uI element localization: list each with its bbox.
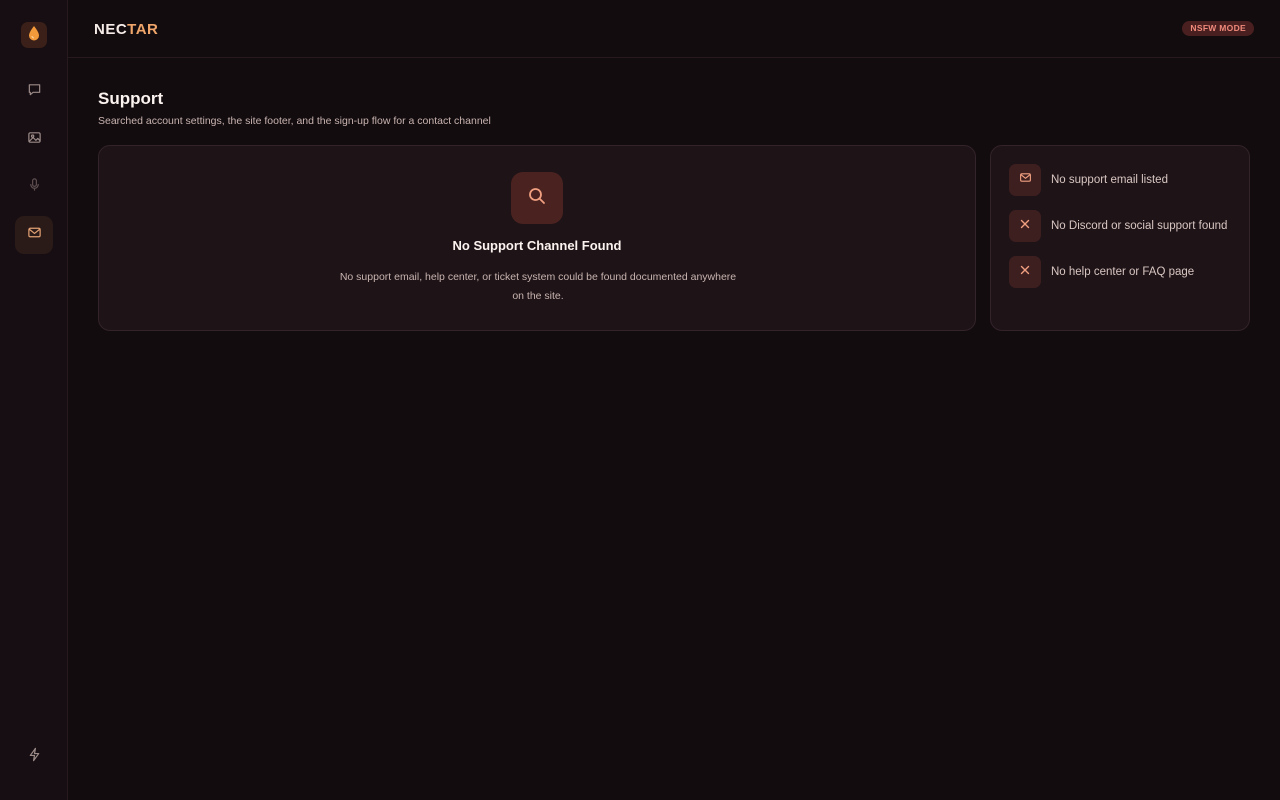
checklist-label: No Discord or social support found (1051, 220, 1228, 232)
app-root: NECTAR NSFW MODE Support Searched accoun… (0, 0, 1280, 800)
brand-name-part2: TAR (127, 21, 159, 38)
checklist-item: No Discord or social support found (1009, 210, 1227, 242)
checklist-icon-box (1009, 164, 1041, 196)
mail-icon (27, 225, 42, 245)
top-header: NECTAR NSFW MODE (68, 0, 1280, 58)
microphone-icon (27, 177, 42, 197)
page-title: Support (98, 89, 164, 108)
sidebar (0, 0, 68, 800)
page-subtitle: Searched account settings, the site foot… (98, 115, 491, 127)
image-icon (27, 130, 42, 150)
x-icon (1019, 217, 1031, 235)
logo[interactable] (21, 22, 47, 48)
checklist-icon-box (1009, 210, 1041, 242)
chat-icon (27, 82, 42, 102)
lightning-icon (27, 747, 42, 767)
mode-badge[interactable]: NSFW MODE (1182, 21, 1254, 36)
checklist-item: No help center or FAQ page (1009, 256, 1194, 288)
empty-state-description: No support email, help center, or ticket… (339, 271, 737, 302)
sidebar-item-voice[interactable] (15, 168, 53, 206)
checklist-icon-box (1009, 256, 1041, 288)
sidebar-item-upgrade[interactable] (15, 738, 53, 776)
empty-state-title: No Support Channel Found (452, 238, 622, 253)
checklist-label: No support email listed (1051, 174, 1168, 186)
sidebar-item-support[interactable] (15, 216, 53, 254)
sidebar-item-chat[interactable] (15, 73, 53, 111)
empty-state-icon-box (511, 172, 563, 224)
search-icon (526, 185, 548, 212)
sidebar-item-images[interactable] (15, 121, 53, 159)
checklist-card: No support email listed No Discord or so… (990, 145, 1250, 331)
mail-icon (1019, 171, 1032, 189)
droplet-icon (27, 25, 41, 46)
checklist-label: No help center or FAQ page (1051, 266, 1195, 278)
checklist-item: No support email listed (1009, 164, 1168, 196)
empty-state-card: No Support Channel Found No support emai… (98, 145, 976, 331)
brand-name-part1: NEC (94, 21, 128, 38)
brand-name[interactable]: NECTAR (94, 21, 158, 38)
x-icon (1019, 263, 1031, 281)
